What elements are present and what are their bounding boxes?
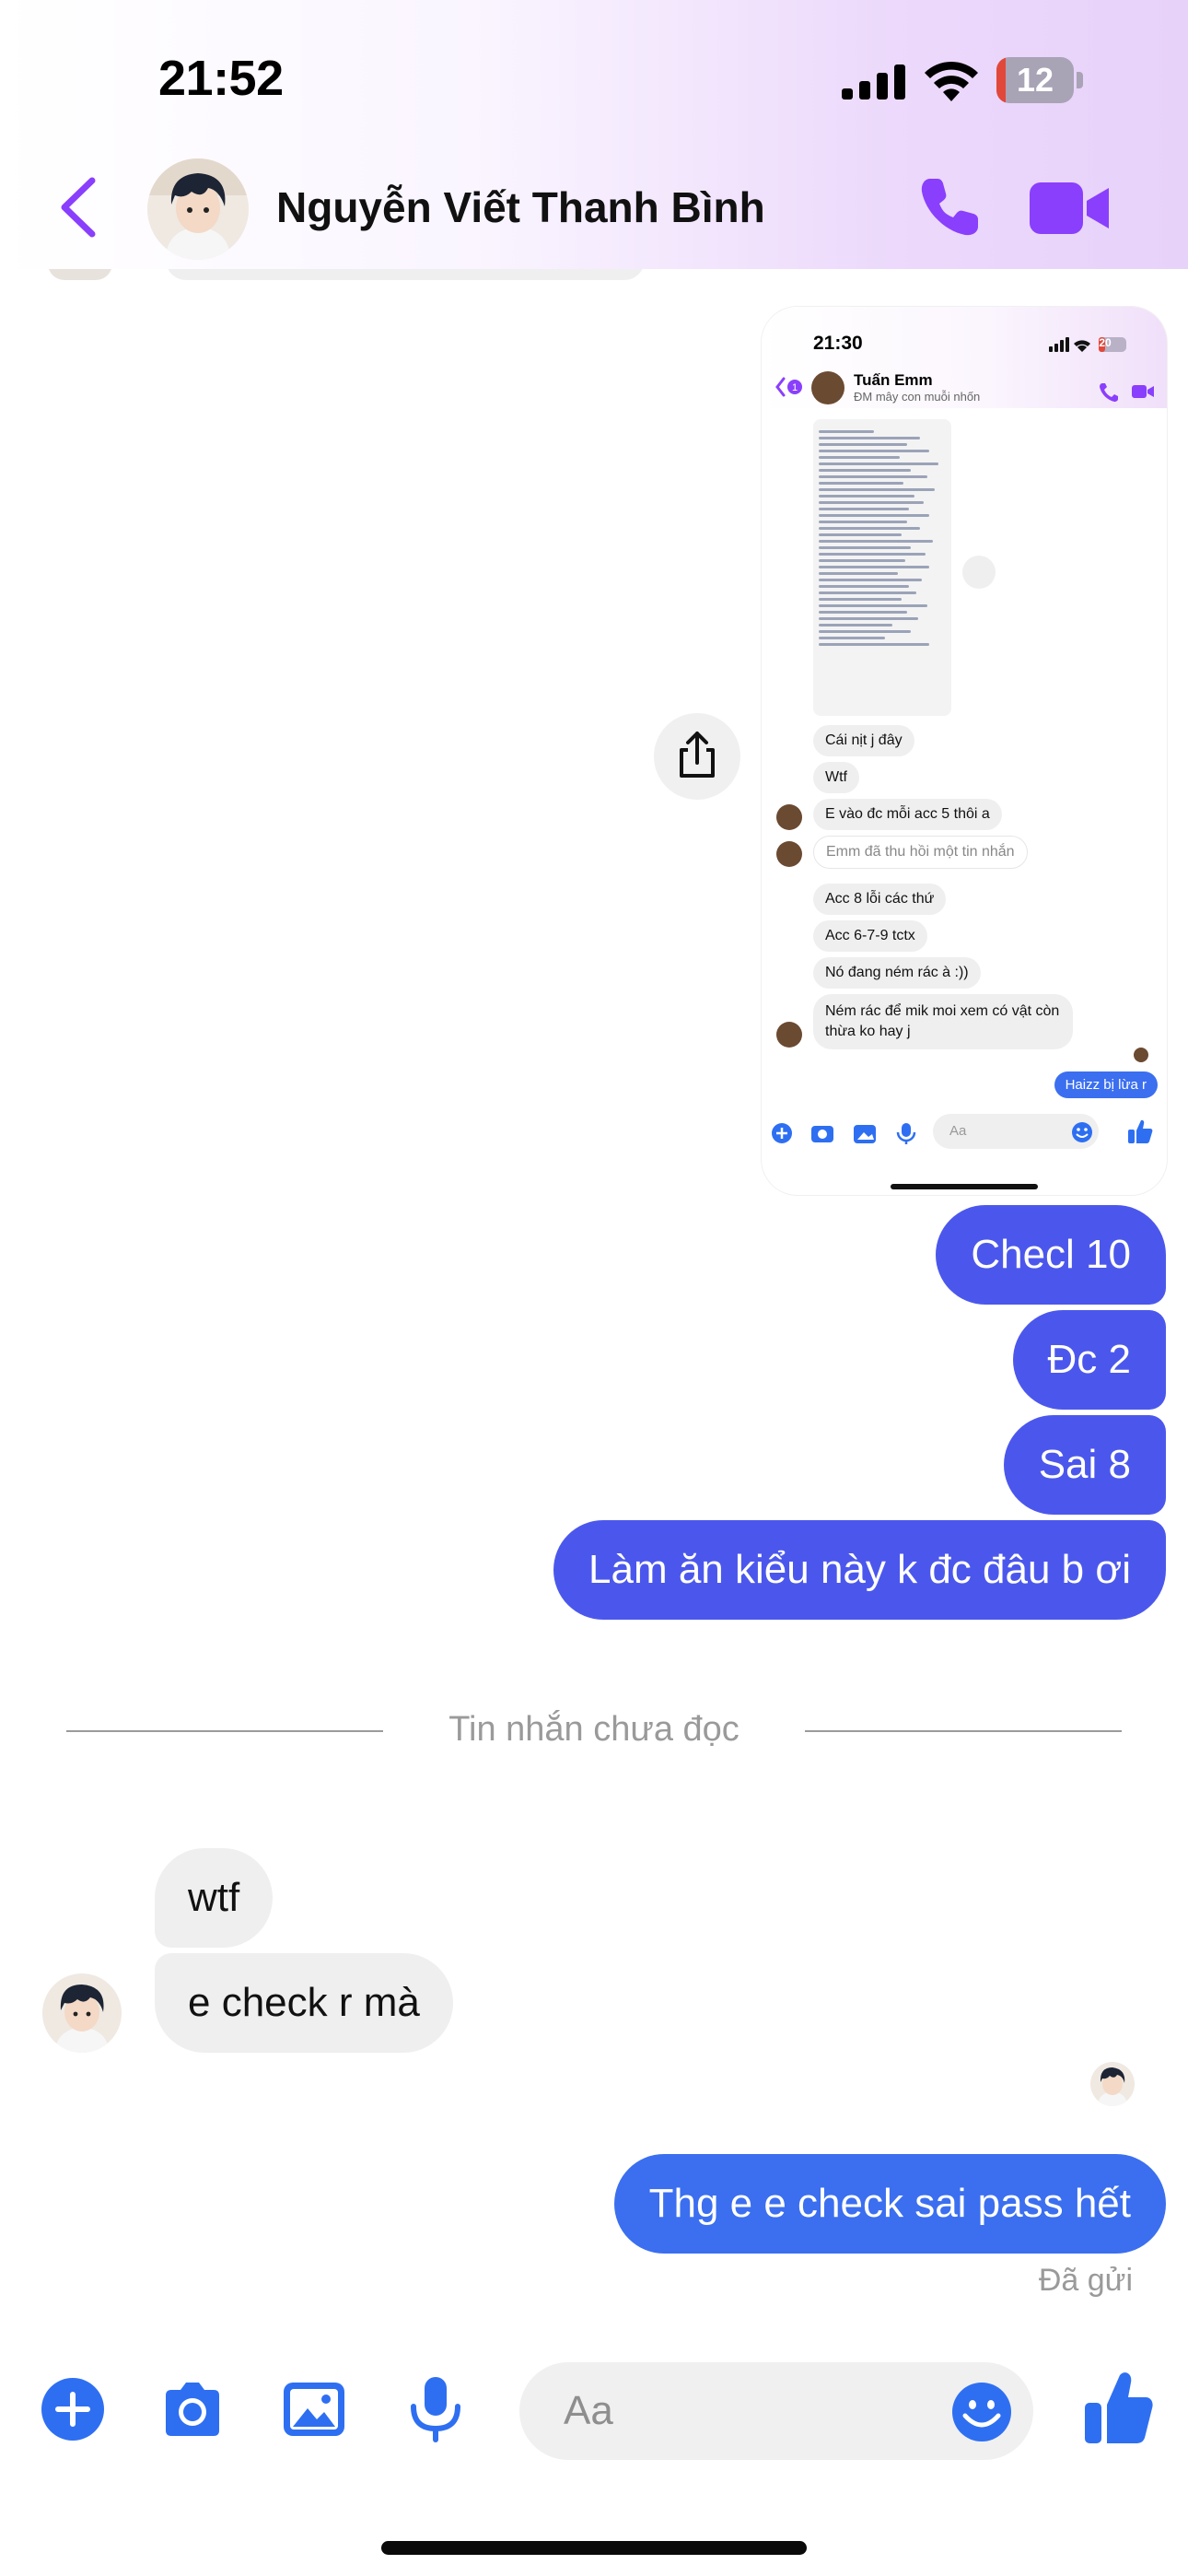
share-button[interactable] — [654, 713, 740, 800]
screenshot-message: Ném rác để mik moi xem có vật còn thừa k… — [813, 994, 1073, 1049]
phone-icon[interactable] — [917, 175, 982, 240]
sent-message[interactable]: Sai 8 — [1003, 1415, 1166, 1515]
emoji-icon[interactable] — [950, 2381, 1013, 2443]
message-status: Đã gửi — [1038, 2263, 1133, 2298]
read-receipt-avatar — [1090, 2062, 1135, 2106]
screenshot-time: 21:30 — [813, 333, 863, 354]
home-indicator — [381, 2541, 807, 2555]
screenshot-message-avatar — [776, 841, 802, 867]
screenshot-contact-status: ĐM mây con muỗi nhốn — [854, 390, 981, 404]
screenshot-like-icon — [1128, 1119, 1153, 1143]
plus-icon[interactable] — [39, 2375, 107, 2443]
camera-icon[interactable] — [158, 2375, 227, 2443]
thumbs-up-icon[interactable] — [1083, 2368, 1153, 2447]
share-icon — [680, 732, 715, 778]
screenshot-nested-image — [813, 419, 951, 716]
chat-header: 21:52 12 Nguyễn Viết Thanh Bình — [0, 0, 1188, 269]
screenshot-message: Cái nịt j đây — [813, 725, 914, 756]
contact-avatar[interactable] — [147, 158, 249, 260]
screenshot-status-icons — [1049, 337, 1126, 352]
screenshot-message-mine: Haizz bị lừa r — [1054, 1071, 1158, 1098]
svg-text:1: 1 — [792, 382, 798, 393]
message-input[interactable]: Aa — [519, 2362, 1033, 2460]
microphone-icon[interactable] — [402, 2375, 470, 2443]
screenshot-message: Wtf — [813, 762, 859, 793]
message-input-placeholder: Aa — [564, 2388, 613, 2433]
divider-line-right — [805, 1730, 1122, 1732]
screenshot-contact-name: Tuấn Emm — [854, 371, 933, 389]
screenshot-message-avatar — [776, 804, 802, 830]
screenshot-home-indicator — [891, 1184, 1038, 1189]
back-chevron-icon[interactable] — [55, 175, 101, 240]
screenshot-composer-icons — [772, 1123, 916, 1144]
screenshot-battery: 20 — [1099, 336, 1112, 349]
sent-message[interactable]: Làm ăn kiểu này k đc đâu b ơi — [553, 1520, 1166, 1620]
screenshot-message: E vào đc mỗi acc 5 thôi a — [813, 799, 1002, 830]
screenshot-message: Acc 8 lỗi các thứ — [813, 884, 947, 915]
shared-screenshot-image[interactable]: 21:30 20 1 Tuấn Emm ĐM mây con muỗi nhốn — [761, 306, 1168, 1196]
sent-message[interactable]: Đc 2 — [1012, 1310, 1166, 1410]
battery-icon: 12 — [996, 57, 1083, 103]
screenshot-call-icons — [1100, 383, 1154, 402]
screenshot-message: Nó đang ném rác à :)) — [813, 957, 981, 989]
sender-avatar[interactable] — [42, 1973, 122, 2053]
screenshot-share-icon — [962, 556, 996, 589]
screenshot-emoji-icon — [1072, 1122, 1092, 1142]
sent-message[interactable]: Checl 10 — [936, 1205, 1166, 1305]
received-message[interactable]: e check r mà — [155, 1953, 453, 2053]
screenshot-read-avatar — [1134, 1048, 1148, 1062]
contact-name[interactable]: Nguyễn Viết Thanh Bình — [276, 182, 765, 232]
status-time: 21:52 — [158, 51, 284, 106]
battery-level: 12 — [1016, 61, 1054, 99]
screenshot-back-icon: 1 — [775, 377, 802, 397]
image-icon[interactable] — [280, 2375, 348, 2443]
screenshot-avatar — [811, 371, 844, 404]
cellular-signal-icon — [842, 64, 905, 100]
sent-message-last[interactable]: Thg e e check sai pass hết — [613, 2154, 1166, 2254]
screenshot-message: Emm đã thu hồi một tin nhắn — [813, 836, 1028, 869]
video-camera-icon[interactable] — [1030, 181, 1111, 236]
screenshot-message-avatar — [776, 1022, 802, 1048]
screenshot-message: Acc 6-7-9 tctx — [813, 920, 927, 952]
received-message[interactable]: wtf — [155, 1848, 274, 1948]
wifi-icon — [925, 61, 978, 101]
